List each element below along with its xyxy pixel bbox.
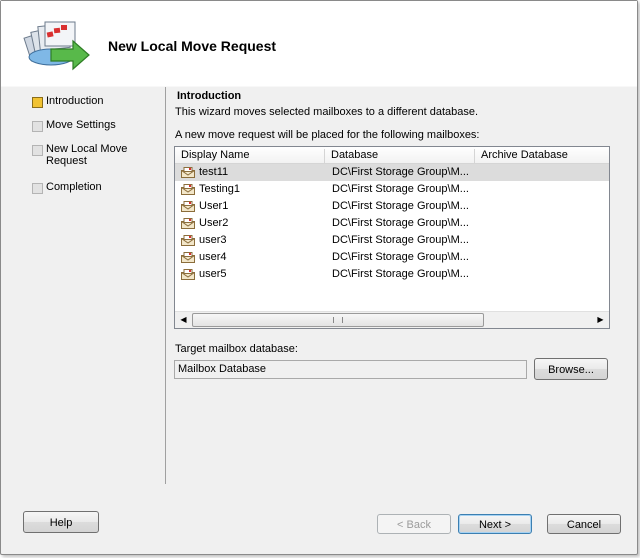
current-step-icon (32, 97, 43, 108)
column-database[interactable]: Database (325, 149, 475, 163)
cell-display-name: User1 (199, 200, 229, 212)
wizard-title: New Local Move Request (108, 38, 277, 54)
scrollbar-thumb[interactable] (192, 313, 484, 327)
step-move-settings: Move Settings (21, 115, 161, 139)
cell-display-name: user4 (199, 251, 227, 263)
cell-database: DC\First Storage Group\M... (332, 234, 469, 246)
cell-database: DC\First Storage Group\M... (332, 268, 469, 280)
grip-icon (333, 317, 343, 323)
wizard-window: New Local Move Request Introduction Move… (0, 0, 638, 555)
mailbox-user-icon (181, 167, 195, 178)
table-row[interactable]: user3 DC\First Storage Group\M... (175, 232, 609, 249)
table-row[interactable]: test11 DC\First Storage Group\M... (175, 164, 609, 181)
pending-step-icon (32, 145, 43, 156)
step-label: New Local Move Request (46, 143, 128, 167)
step-introduction: Introduction (21, 91, 161, 115)
step-new-local-move-request: New Local Move Request (21, 139, 161, 177)
back-button[interactable]: < Back (377, 514, 451, 534)
cell-database: DC\First Storage Group\M... (332, 217, 469, 229)
section-title: Introduction (177, 90, 242, 102)
target-database-field: Mailbox Database (174, 360, 527, 379)
step-label: Introduction (46, 95, 104, 107)
cell-display-name: User2 (199, 217, 229, 229)
cell-database: DC\First Storage Group\M... (332, 251, 469, 263)
mailbox-user-icon (181, 201, 195, 212)
pending-step-icon (32, 121, 43, 132)
cell-database: DC\First Storage Group\M... (332, 200, 469, 212)
list-header: Display Name Database Archive Database (175, 147, 609, 164)
cell-display-name: user3 (199, 234, 227, 246)
wizard-header: New Local Move Request (1, 1, 637, 86)
section-description: This wizard moves selected mailboxes to … (175, 106, 479, 118)
wizard-steps: Introduction Move Settings New Local Mov… (21, 91, 161, 201)
mailbox-user-icon (181, 269, 195, 280)
cell-display-name: test11 (199, 166, 229, 178)
mailbox-user-icon (181, 235, 195, 246)
browse-button[interactable]: Browse... (534, 358, 608, 380)
help-button[interactable]: Help (23, 511, 99, 533)
column-archive-database[interactable]: Archive Database (475, 149, 608, 163)
target-database-label: Target mailbox database: (175, 343, 298, 355)
pending-step-icon (32, 183, 43, 194)
cell-display-name: user5 (199, 268, 227, 280)
cancel-button[interactable]: Cancel (547, 514, 621, 534)
scroll-right-icon[interactable]: ▶ (593, 312, 608, 327)
step-label: Completion (46, 181, 102, 193)
horizontal-scrollbar[interactable]: ◀ ▶ (175, 311, 609, 328)
table-row[interactable]: User1 DC\First Storage Group\M... (175, 198, 609, 215)
table-row[interactable]: User2 DC\First Storage Group\M... (175, 215, 609, 232)
cell-database: DC\First Storage Group\M... (332, 183, 469, 195)
step-label: Move Settings (46, 119, 116, 131)
column-display-name[interactable]: Display Name (175, 149, 325, 163)
sidebar-divider (165, 87, 166, 484)
cell-database: DC\First Storage Group\M... (332, 166, 469, 178)
next-button[interactable]: Next > (458, 514, 532, 534)
scroll-left-icon[interactable]: ◀ (176, 312, 191, 327)
table-row[interactable]: user4 DC\First Storage Group\M... (175, 249, 609, 266)
mailbox-list-caption: A new move request will be placed for th… (175, 129, 480, 141)
mailbox-user-icon (181, 252, 195, 263)
mailbox-list[interactable]: Display Name Database Archive Database t… (174, 146, 610, 329)
mailbox-user-icon (181, 218, 195, 229)
list-rows: test11 DC\First Storage Group\M... Testing… (175, 164, 609, 283)
table-row[interactable]: Testing1 DC\First Storage Group\M... (175, 181, 609, 198)
table-row[interactable]: user5 DC\First Storage Group\M... (175, 266, 609, 283)
move-mailbox-icon (23, 21, 90, 71)
cell-display-name: Testing1 (199, 183, 240, 195)
step-completion: Completion (21, 177, 161, 201)
mailbox-user-icon (181, 184, 195, 195)
